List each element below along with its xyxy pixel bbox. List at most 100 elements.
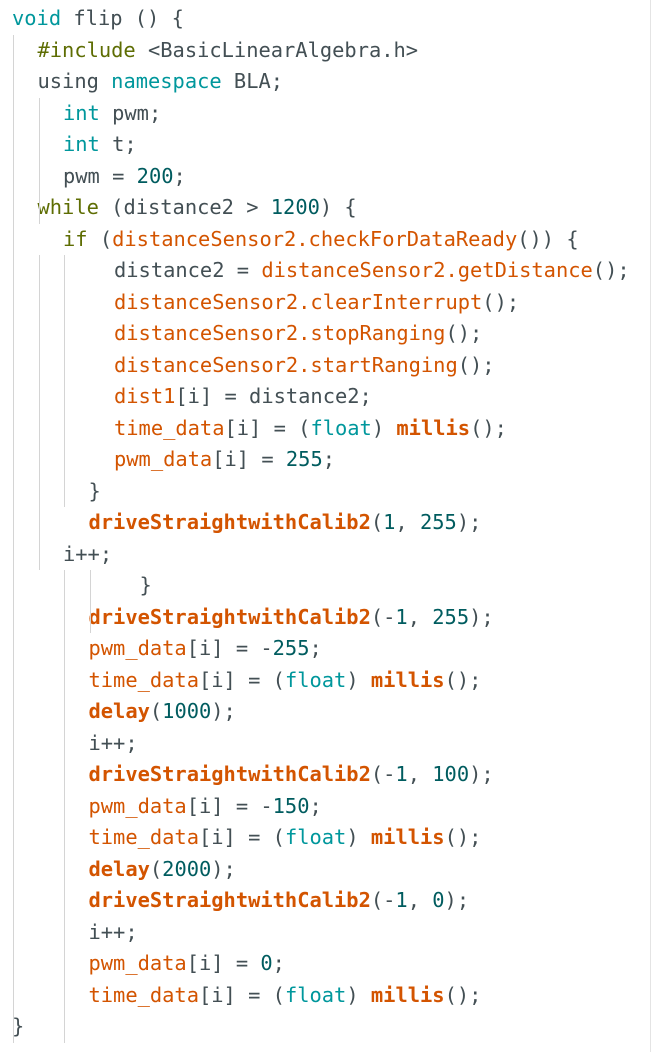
code-line[interactable]: driveStraightwithCalib2(1, 255); [89,507,482,539]
code-line[interactable]: i++; [89,728,138,760]
code-token: pwm_data [88,636,187,660]
indent-guide [13,34,14,1043]
indent-guide [64,255,65,507]
code-token: (); [444,825,482,849]
code-line[interactable]: pwm_data[i] = -150; [89,791,322,823]
code-token: [i] = [186,951,261,975]
code-token: ); [469,762,494,786]
code-token: t; [99,132,137,156]
code-line[interactable]: distanceSensor2.clearInterrupt(); [114,287,519,319]
code-token: pwm_data [88,793,187,818]
code-token: driveStraightwithCalib2 [88,604,371,629]
code-token: time_data [88,667,200,692]
code-token: using [37,69,99,93]
code-token: delay [88,699,150,723]
code-token: [i] = ( [199,982,285,1007]
code-line[interactable]: i++; [63,539,112,571]
code-token: millis [370,667,445,692]
code-token: [i] = - [186,636,273,660]
code-token: 150 [272,793,310,818]
code-editor[interactable]: void flip () {#include <BasicLinearAlgeb… [0,0,651,1052]
code-token: time_data [114,415,225,440]
code-line[interactable]: time_data[i] = (float) millis(); [89,822,482,854]
code-line[interactable]: driveStraightwithCalib2(-1, 255); [89,602,494,634]
code-token: (); [592,258,630,282]
code-token: ); [444,888,470,912]
code-line[interactable]: i++; [89,917,138,949]
code-line[interactable]: driveStraightwithCalib2(-1, 100); [89,759,494,791]
code-line[interactable]: time_data[i] = (float) millis(); [114,413,507,445]
code-token: float [310,415,372,440]
code-token: (- [370,762,396,786]
indent-guide [64,570,65,1043]
code-token: flip () { [61,6,184,30]
code-line[interactable]: driveStraightwithCalib2(-1, 0); [89,885,470,917]
code-line[interactable]: time_data[i] = (float) millis(); [89,980,482,1012]
indent-guide [89,570,91,633]
code-token: ; [173,163,186,188]
code-token: [i] = - [186,793,273,818]
code-token: [i] = ( [224,415,311,440]
code-token: 100 [432,762,470,786]
code-token: i++; [88,919,138,944]
code-token: , [407,888,433,912]
code-token: (); [457,352,495,377]
code-token: distanceSensor2.getDistance [261,258,593,282]
code-token: millis [370,982,445,1007]
code-line[interactable]: distanceSensor2.startRanging(); [114,350,495,382]
code-token: delay [88,856,150,881]
code-line[interactable]: } [89,476,101,508]
code-token: while [37,195,99,219]
code-token: ); [469,604,494,629]
code-token: 1 [395,762,408,786]
code-line[interactable]: if (distanceSensor2.checkForDataReady())… [63,224,579,256]
code-token: ) [371,415,397,440]
code-token: (- [370,604,396,629]
code-token: 1 [395,604,408,629]
code-line[interactable]: pwm = 200; [63,161,186,193]
code-token: ); [211,699,236,723]
code-token: 0 [432,888,445,912]
code-token: ; [309,793,322,818]
code-token: ); [456,510,482,534]
code-line[interactable]: distance2 = distanceSensor2.getDistance(… [114,255,630,287]
code-line[interactable]: dist1[i] = distance2; [114,381,372,413]
code-token: float [284,667,347,692]
code-token: float [284,982,347,1007]
code-line[interactable]: int pwm; [63,98,161,130]
code-line[interactable]: delay(2000); [89,854,236,886]
code-token: time_data [88,825,200,849]
code-line[interactable]: pwm_data[i] = 0; [89,948,285,980]
code-token: dist1 [114,384,176,408]
code-token: 255 [272,636,310,660]
code-line[interactable]: delay(1000); [89,696,236,728]
code-token: ) [346,825,371,849]
code-token: time_data [88,982,200,1007]
code-line[interactable]: } [140,570,152,602]
code-line[interactable]: pwm_data[i] = -255; [89,633,322,665]
code-token: #include [37,37,136,62]
code-token: i++; [63,541,113,566]
code-token: , [407,762,433,786]
code-line[interactable]: distanceSensor2.stopRanging(); [114,318,482,350]
code-token: millis [396,415,471,440]
code-line[interactable]: while (distance2 > 1200) { [38,192,357,224]
code-token: ( [149,699,163,723]
code-token: 255 [285,447,323,471]
code-token: ( [87,226,113,251]
code-token: (- [370,888,396,912]
code-line[interactable]: void flip () { [12,3,184,35]
code-token: ) { [319,195,357,219]
code-token: (); [444,982,482,1007]
code-token: ; [272,951,285,975]
code-line[interactable]: time_data[i] = (float) millis(); [89,665,482,697]
code-line[interactable]: int t; [63,129,137,161]
code-line[interactable]: #include <BasicLinearAlgebra.h> [38,35,419,67]
code-line[interactable]: using namespace BLA; [38,66,284,98]
code-token: (); [482,289,520,314]
code-token: 255 [432,604,470,629]
code-line[interactable]: pwm_data[i] = 255; [114,444,335,476]
code-token: distance2 = [114,258,262,282]
code-token: (); [444,667,482,692]
code-token: ); [211,856,236,881]
